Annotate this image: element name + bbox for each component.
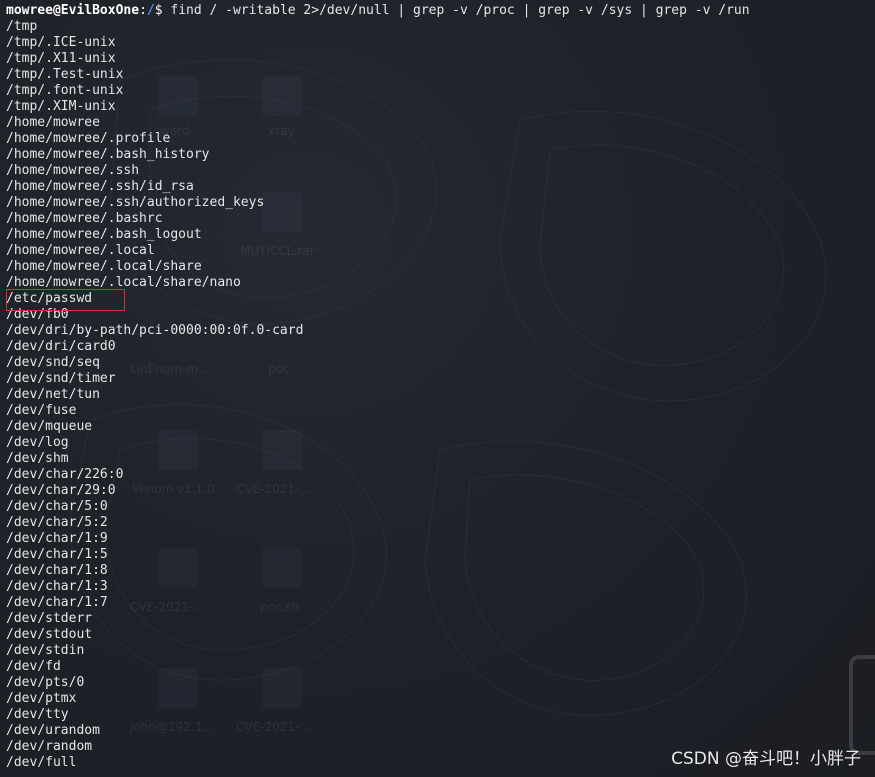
output-line: /home/mowree/.local/share: [6, 259, 202, 274]
watermark: CSDN @奋斗吧！小胖子: [671, 749, 861, 769]
output-line: /home/mowree/.ssh/id_rsa: [6, 179, 194, 194]
output-line: /home/mowree/.profile: [6, 131, 171, 146]
output-line: /dev/urandom: [6, 723, 100, 738]
output-line: /dev/char/1:3: [6, 579, 108, 594]
output-line: /dev/tty: [6, 707, 69, 722]
output-line: /dev/stdin: [6, 643, 85, 658]
output-line: /dev/shm: [6, 451, 69, 466]
output-line: /dev/char/226:0: [6, 467, 124, 482]
highlight-box: [6, 289, 125, 311]
output-line: /dev/char/1:5: [6, 547, 108, 562]
output-line: /dev/fuse: [6, 403, 77, 418]
output-line: /home/mowree/.bash_logout: [6, 227, 202, 242]
output-line: /dev/dri/by-path/pci-0000:00:0f.0-card: [6, 323, 304, 338]
output-line: /home/mowree/.local/share/nano: [6, 275, 241, 290]
output-line: /dev/snd/seq: [6, 355, 100, 370]
output-line: /dev/stderr: [6, 611, 93, 626]
output-line: /home/mowree/.ssh/authorized_keys: [6, 195, 265, 210]
prompt-path: /: [146, 3, 155, 18]
command-text: find / -writable 2>/dev/null | grep -v /…: [162, 3, 750, 18]
output-line: /tmp: [6, 19, 38, 34]
output-line: /home/mowree/.bashrc: [6, 211, 163, 226]
output-line: /dev/net/tun: [6, 387, 100, 402]
output-line: /dev/snd/timer: [6, 371, 116, 386]
output-line: /tmp/.X11-unix: [6, 51, 116, 66]
output-line: /dev/ptmx: [6, 691, 77, 706]
output-line: /dev/char/1:9: [6, 531, 108, 546]
prompt-user-host: mowree@EvilBoxOne: [6, 3, 140, 18]
output-line: /tmp/.font-unix: [6, 83, 124, 98]
output-line: /tmp/.Test-unix: [6, 67, 124, 82]
output-lines: /tmp/tmp/.ICE-unix/tmp/.X11-unix/tmp/.Te…: [6, 19, 875, 771]
output-line: /home/mowree/.ssh: [6, 163, 140, 178]
output-line: /dev/pts/0: [6, 675, 85, 690]
prompt-line: mowree@EvilBoxOne:/$ find / -writable 2>…: [6, 3, 875, 19]
output-line: /home/mowree/.bash_history: [6, 147, 210, 162]
prompt-symbol: $: [154, 3, 163, 18]
output-line: /tmp/.XIM-unix: [6, 99, 116, 114]
prompt-separator: :: [139, 3, 147, 18]
output-line: /dev/log: [6, 435, 69, 450]
output-line: /dev/fd: [6, 659, 61, 674]
output-line: /dev/stdout: [6, 627, 93, 642]
output-line: /dev/dri/card0: [6, 339, 116, 354]
output-line: /dev/char/5:0: [6, 499, 108, 514]
output-line: /dev/fb0: [6, 307, 69, 322]
output-line: /home/mowree/.local: [6, 243, 155, 258]
output-line: /dev/char/1:7: [6, 595, 108, 610]
output-line: /home/mowree: [6, 115, 100, 130]
output-line: /tmp/.ICE-unix: [6, 35, 116, 50]
output-line: /dev/char/1:8: [6, 563, 108, 578]
output-line: /dev/mqueue: [6, 419, 93, 434]
output-line: /dev/char/5:2: [6, 515, 108, 530]
output-line: /dev/char/29:0: [6, 483, 116, 498]
output-line: /etc/passwd: [6, 291, 93, 306]
terminal-output[interactable]: mowree@EvilBoxOne:/$ find / -writable 2>…: [6, 3, 875, 771]
terminal-window[interactable]: word xray MUTICCL.rar LinEnum-m... poc V…: [0, 0, 875, 777]
